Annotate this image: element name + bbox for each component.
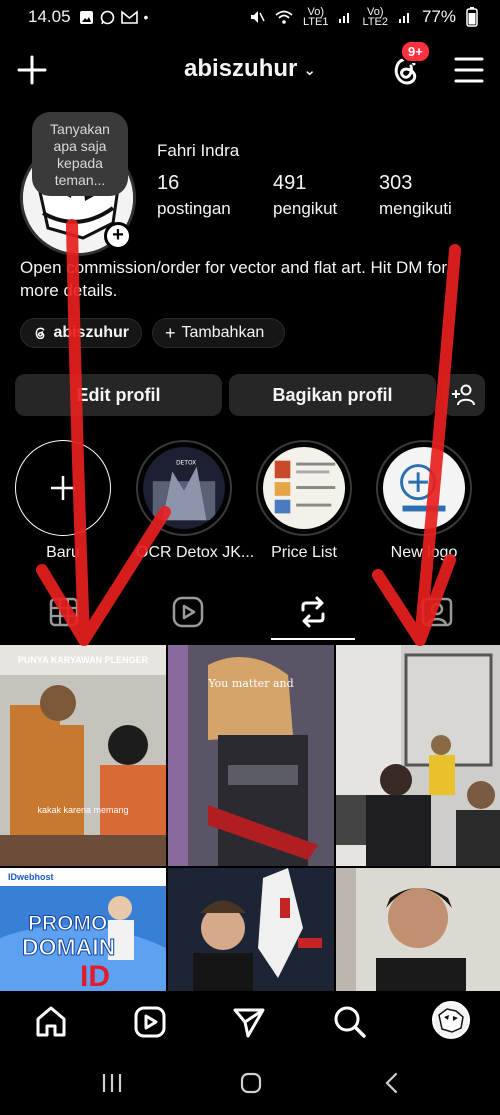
- full-name: Fahri Indra: [157, 141, 240, 160]
- highlight-cover: [383, 447, 465, 529]
- highlight-label: OCR Detox JK...: [136, 544, 255, 561]
- notification-badge: 9+: [400, 40, 431, 63]
- status-bar: 14.05 • Vo) LTE1 Vo) LTE2 77%: [0, 0, 500, 34]
- add-story-icon[interactable]: +: [104, 222, 132, 250]
- home-icon[interactable]: [34, 1005, 68, 1039]
- highlight-ring: [376, 440, 472, 536]
- mute-icon: [251, 11, 265, 23]
- highlight-price-list[interactable]: Price List: [256, 440, 352, 562]
- discover-people-button[interactable]: [443, 374, 485, 416]
- add-label: Tambahkan: [181, 324, 265, 341]
- new-highlight-ring: [15, 440, 111, 536]
- tagged-icon[interactable]: [419, 594, 455, 630]
- stat-value: 16: [157, 172, 180, 194]
- whatsapp-icon: [100, 10, 114, 24]
- threads-chip[interactable]: abiszuhur: [20, 318, 142, 348]
- plus-icon: [51, 476, 75, 500]
- grid-post[interactable]: PUNYA KARYAWAN PLENGER kakak karena mema…: [0, 645, 166, 866]
- highlight-label: New logo: [390, 544, 458, 561]
- highlight-label: Price List: [271, 544, 337, 561]
- highlight-new-logo[interactable]: New logo: [376, 440, 472, 562]
- threads-handle: abiszuhur: [53, 324, 129, 341]
- highlight-new[interactable]: Baru: [15, 440, 111, 562]
- bottom-navigation: [0, 991, 500, 1053]
- highlight-label: Baru: [46, 544, 80, 561]
- signal-icon: [339, 13, 350, 23]
- grid-icon[interactable]: [46, 594, 82, 630]
- sim1-indicator: Vo) LTE1: [303, 6, 329, 28]
- username-title: abiszuhur: [184, 55, 298, 82]
- highlight-ocr-detox[interactable]: DETOX OCR Detox JK...: [136, 440, 255, 562]
- posts-grid: PUNYA KARYAWAN PLENGER kakak karena mema…: [0, 645, 500, 991]
- stat-value: 303: [379, 172, 413, 194]
- recent-apps-icon[interactable]: [100, 1071, 124, 1095]
- chevron-down-icon: ⌄: [303, 61, 316, 79]
- battery-icon: [466, 7, 478, 27]
- home-button-icon[interactable]: [239, 1071, 263, 1095]
- profile-tabs: [0, 584, 500, 640]
- post-caption: You matter and: [208, 677, 294, 690]
- post-caption: kakak karena memang: [37, 805, 129, 815]
- post-brand: IDwebhost: [8, 872, 54, 882]
- status-time: 14.05: [28, 7, 71, 26]
- grid-post[interactable]: [168, 868, 334, 991]
- gmail-icon: [120, 10, 138, 24]
- back-icon[interactable]: [380, 1071, 404, 1095]
- profile-avatar-tab[interactable]: [432, 1001, 470, 1039]
- stat-followers[interactable]: 491 pengikut: [273, 172, 337, 219]
- svg-text:DETOX: DETOX: [176, 461, 196, 467]
- highlight-ring: DETOX: [136, 440, 232, 536]
- stat-label: pengikut: [273, 199, 338, 218]
- grid-post[interactable]: [336, 868, 500, 991]
- post-promo: ID: [80, 960, 110, 991]
- gallery-icon: [79, 10, 93, 24]
- edit-profile-button[interactable]: Edit profil: [15, 374, 222, 416]
- add-link-chip[interactable]: + Tambahkan: [152, 318, 285, 348]
- wifi-icon: [275, 10, 293, 24]
- post-promo: PROMO: [27, 912, 108, 936]
- stat-following[interactable]: 303 mengikuti: [379, 172, 452, 219]
- reposts-icon[interactable]: [295, 594, 331, 630]
- reels-icon[interactable]: [133, 1005, 167, 1039]
- reels-icon[interactable]: [170, 594, 206, 630]
- direct-message-icon[interactable]: [232, 1005, 266, 1039]
- highlight-cover: DETOX: [143, 447, 225, 529]
- plus-icon: +: [165, 322, 176, 343]
- sim2-indicator: Vo) LTE2: [362, 6, 388, 28]
- threads-icon: [35, 327, 45, 340]
- stat-posts[interactable]: 16 postingan: [157, 172, 231, 219]
- post-caption: PUNYA KARYAWAN PLENGER: [17, 655, 149, 665]
- note-bubble[interactable]: Tanyakan apa saja kepada teman...: [32, 112, 128, 196]
- signal-icon: [398, 13, 409, 23]
- share-profile-button[interactable]: Bagikan profil: [229, 374, 436, 416]
- add-person-icon: [452, 384, 475, 406]
- stat-label: mengikuti: [379, 199, 452, 218]
- post-promo: DOMAIN: [21, 934, 116, 961]
- highlight-ring: [256, 440, 352, 536]
- status-right: Vo) LTE1 Vo) LTE2 77%: [249, 6, 478, 28]
- search-icon[interactable]: [333, 1005, 367, 1039]
- notification-icons: •: [79, 9, 149, 25]
- dot-icon: •: [143, 9, 149, 25]
- bio-text: Open commission/order for vector and fla…: [20, 258, 448, 300]
- stat-value: 491: [273, 172, 307, 194]
- grid-post[interactable]: You matter and: [168, 645, 334, 866]
- menu-icon[interactable]: [454, 56, 484, 84]
- grid-post[interactable]: IDwebhost PROMO DOMAIN ID: [0, 868, 166, 991]
- system-navigation: [0, 1053, 500, 1115]
- stat-label: postingan: [157, 199, 231, 218]
- grid-post[interactable]: [336, 645, 500, 866]
- active-tab-indicator: [271, 638, 355, 640]
- profile-header: abiszuhur ⌄ 9+: [0, 40, 500, 96]
- battery-percent: 77%: [421, 7, 456, 26]
- highlight-cover: [263, 447, 345, 529]
